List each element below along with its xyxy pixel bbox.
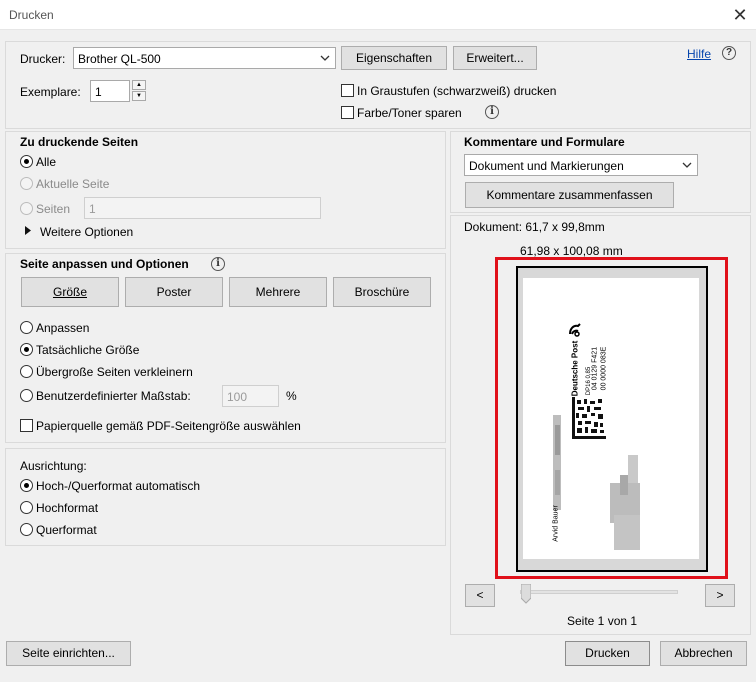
shrink-label: Übergroße Seiten verkleinern: [36, 365, 193, 379]
pages-range-label: Seiten: [36, 202, 71, 216]
label-code-line-2: 04 0129 F421: [591, 346, 599, 391]
cancel-button[interactable]: Abbrechen: [660, 641, 747, 666]
save-toner-label: Farbe/Toner sparen: [357, 106, 462, 120]
properties-button[interactable]: Eigenschaften: [341, 46, 447, 70]
info-icon[interactable]: i: [485, 105, 499, 119]
orientation-auto-radio[interactable]: [20, 479, 33, 492]
save-toner-checkbox[interactable]: [341, 106, 354, 119]
paper-size: 61,98 x 100,08 mm: [520, 244, 623, 258]
advanced-button[interactable]: Erweitert...: [453, 46, 537, 70]
fit-radio[interactable]: [20, 321, 33, 334]
printer-selected-value: Brother QL-500: [78, 52, 161, 66]
pages-current-radio[interactable]: [20, 177, 33, 190]
actual-size-label: Tatsächliche Größe: [36, 343, 140, 357]
label-brand-text: Deutsche Post: [570, 340, 580, 397]
chevron-down-icon: [320, 55, 330, 61]
shrink-radio[interactable]: [20, 365, 33, 378]
chevron-down-icon: [682, 162, 692, 168]
page-setup-button[interactable]: Seite einrichten...: [6, 641, 131, 666]
tab-poster[interactable]: Poster: [125, 277, 223, 307]
copies-up-button[interactable]: ▲: [132, 80, 146, 90]
printer-select[interactable]: Brother QL-500: [73, 47, 336, 69]
custom-scale-input[interactable]: 100: [222, 385, 279, 407]
blurred-address: [553, 415, 640, 550]
page-slider-track[interactable]: [520, 590, 678, 594]
orientation-portrait-radio[interactable]: [20, 501, 33, 514]
close-icon[interactable]: ✕: [728, 3, 752, 27]
custom-scale-radio[interactable]: [20, 389, 33, 402]
custom-scale-unit: %: [286, 389, 297, 403]
pages-range-radio[interactable]: [20, 202, 33, 215]
label-code-line-3: 00 0000 083E: [600, 346, 608, 391]
tab-size-label: Größe: [52, 285, 87, 299]
tab-booklet[interactable]: Broschüre: [333, 277, 431, 307]
label-sender-text: Arvid Bauer: [552, 505, 560, 542]
expand-triangle-icon[interactable]: [24, 226, 32, 235]
tab-size[interactable]: Größe: [21, 277, 119, 307]
pages-all-radio[interactable]: [20, 155, 33, 168]
custom-scale-value: 100: [227, 390, 248, 404]
actual-size-radio[interactable]: [20, 343, 33, 356]
paper-source-checkbox[interactable]: [20, 419, 33, 432]
page-status: Seite 1 von 1: [567, 614, 638, 628]
orientation-auto-label: Hoch-/Querformat automatisch: [36, 479, 201, 493]
print-button[interactable]: Drucken: [565, 641, 650, 666]
pages-range-input[interactable]: 1: [84, 197, 321, 219]
prev-page-button[interactable]: <: [465, 584, 495, 607]
copies-down-button[interactable]: ▼: [132, 91, 146, 101]
page-slider-thumb[interactable]: [521, 584, 531, 604]
orientation-landscape-label: Querformat: [36, 523, 97, 537]
document-size: Dokument: 61,7 x 99,8mm: [464, 220, 605, 234]
window-title: Drucken: [9, 8, 54, 22]
grayscale-checkbox[interactable]: [341, 84, 354, 97]
grayscale-label: In Graustufen (schwarzweiß) drucken: [357, 84, 557, 98]
printer-label: Drucker:: [20, 52, 66, 66]
pages-heading: Zu druckende Seiten: [20, 135, 139, 149]
paper-source-label: Papierquelle gemäß PDF-Seitengröße auswä…: [36, 419, 301, 433]
orientation-portrait-label: Hochformat: [36, 501, 99, 515]
summarize-comments-button[interactable]: Kommentare zusammenfassen: [465, 182, 674, 208]
tab-multiple[interactable]: Mehrere: [229, 277, 327, 307]
copies-input[interactable]: 1: [90, 80, 130, 102]
comments-select[interactable]: Dokument und Markierungen: [464, 154, 698, 176]
sizing-heading: Seite anpassen und Optionen: [20, 257, 189, 271]
custom-scale-label: Benutzerdefinierter Maßstab:: [36, 389, 191, 403]
comments-heading: Kommentare und Formulare: [464, 135, 625, 149]
orientation-landscape-radio[interactable]: [20, 523, 33, 536]
pages-all-label: Alle: [36, 155, 57, 169]
title-bar: Drucken ✕: [0, 0, 756, 30]
sizing-info-icon[interactable]: i: [211, 257, 225, 271]
pages-range-value: 1: [89, 202, 96, 216]
help-icon[interactable]: ?: [722, 46, 736, 60]
help-link[interactable]: Hilfe: [687, 47, 711, 61]
orientation-heading: Ausrichtung:: [20, 459, 87, 473]
more-options-label[interactable]: Weitere Optionen: [40, 225, 133, 239]
copies-label: Exemplare:: [20, 85, 81, 99]
copies-value: 1: [95, 85, 102, 99]
fit-label: Anpassen: [36, 321, 90, 335]
next-page-button[interactable]: >: [705, 584, 735, 607]
comments-selected-value: Dokument und Markierungen: [469, 159, 624, 173]
pages-current-label: Aktuelle Seite: [36, 177, 110, 191]
